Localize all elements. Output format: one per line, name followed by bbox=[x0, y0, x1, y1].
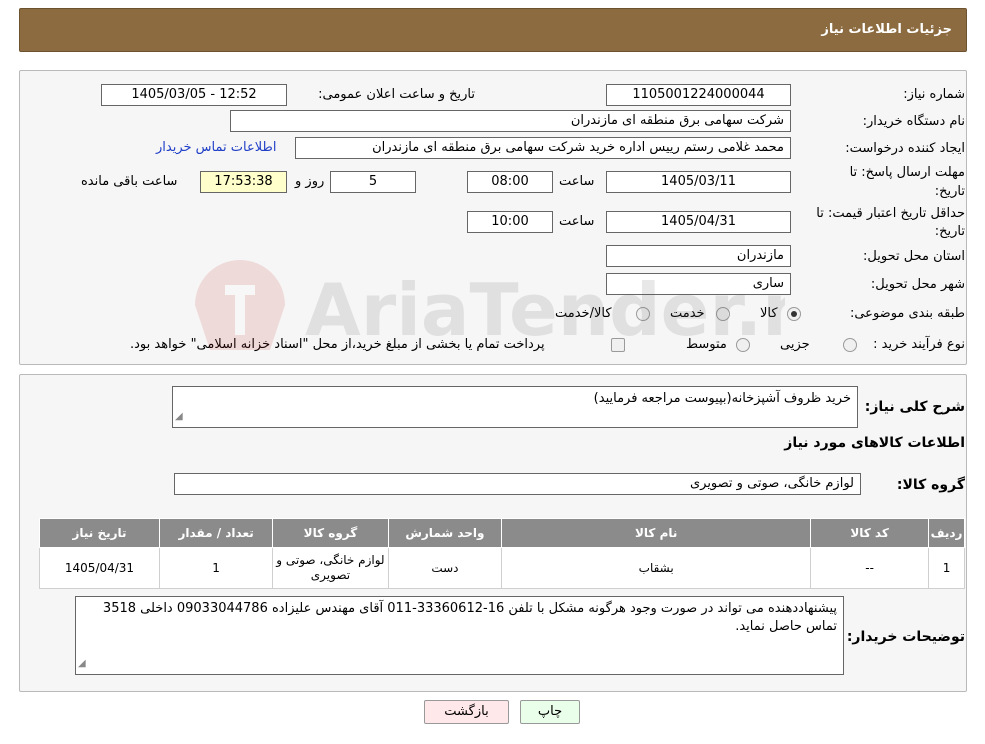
category-label: طبقه بندی موضوعی: bbox=[849, 306, 965, 321]
deadline-time-field[interactable]: 08:00 bbox=[467, 171, 553, 193]
days-field[interactable]: 5 bbox=[330, 171, 416, 193]
cell-code: -- bbox=[810, 547, 930, 589]
purchase-medium-radio[interactable] bbox=[736, 338, 750, 352]
announce-field[interactable]: 1405/03/05 - 12:52 bbox=[101, 84, 287, 106]
category-service-label: خدمت bbox=[670, 306, 705, 321]
resize-grip-icon[interactable]: ◢ bbox=[78, 655, 86, 673]
purchase-treasury-checkbox[interactable] bbox=[611, 338, 625, 352]
validity-time-label: ساعت bbox=[559, 214, 595, 229]
deadline-label-date: تاریخ: bbox=[934, 184, 965, 199]
buyer-notes-field[interactable]: پیشنهاددهنده می تواند در صورت وجود هرگون… bbox=[75, 596, 844, 675]
purchase-medium-label: متوسط bbox=[686, 337, 727, 352]
need-number-field[interactable]: 1105001224000044 bbox=[606, 84, 791, 106]
description-label: شرح کلی نیاز: bbox=[864, 399, 965, 415]
category-goods-radio[interactable] bbox=[787, 307, 801, 321]
goods-group-field[interactable]: لوازم خانگی، صوتی و تصویری bbox=[174, 473, 861, 495]
city-label: شهر محل تحویل: bbox=[870, 277, 965, 292]
province-label: استان محل تحویل: bbox=[863, 249, 965, 264]
goods-table: ردیف کد کالا نام کالا واحد شمارش گروه کا… bbox=[39, 518, 965, 589]
purchase-type-label: نوع فرآیند خرید : bbox=[873, 337, 965, 352]
resize-grip-icon[interactable]: ◢ bbox=[175, 408, 183, 426]
col-date: تاریخ نیاز bbox=[39, 518, 160, 548]
requester-label: ایجاد کننده درخواست: bbox=[845, 141, 965, 156]
buyer-notes-label: توضیحات خریدار: bbox=[846, 629, 965, 645]
cell-row: 1 bbox=[928, 547, 965, 589]
days-label: روز و bbox=[295, 174, 325, 189]
col-name: نام کالا bbox=[501, 518, 812, 548]
remaining-label: ساعت باقی مانده bbox=[81, 174, 178, 189]
cell-name: بشقاب bbox=[501, 547, 812, 589]
category-goods-service-radio[interactable] bbox=[636, 307, 650, 321]
validity-label: حداقل تاریخ اعتبار قیمت: تا bbox=[816, 206, 965, 221]
category-goods-service-label: کالا/خدمت bbox=[555, 306, 612, 321]
goods-group-label: گروه کالا: bbox=[896, 477, 965, 493]
table-row[interactable]: 1 -- بشقاب دست لوازم خانگی، صوتی و تصویر… bbox=[39, 547, 965, 589]
buyer-org-label: نام دستگاه خریدار: bbox=[862, 114, 965, 129]
col-qty: تعداد / مقدار bbox=[158, 518, 274, 548]
announce-label: تاریخ و ساعت اعلان عمومی: bbox=[318, 87, 475, 102]
cell-group: لوازم خانگی، صوتی و تصویری bbox=[272, 547, 389, 589]
print-button[interactable]: چاپ bbox=[520, 700, 580, 724]
page-header: جزئیات اطلاعات نیاز bbox=[19, 8, 967, 52]
cell-qty: 1 bbox=[158, 547, 274, 589]
category-goods-label: کالا bbox=[760, 306, 778, 321]
need-number-label: شماره نیاز: bbox=[903, 87, 965, 102]
validity-label-date: تاریخ: bbox=[934, 224, 965, 239]
purchase-note: پرداخت تمام یا بخشی از مبلغ خرید،از محل … bbox=[130, 337, 545, 352]
col-code: کد کالا bbox=[810, 518, 930, 548]
province-field[interactable]: مازندران bbox=[606, 245, 791, 267]
page-title: جزئیات اطلاعات نیاز bbox=[821, 22, 952, 37]
city-field[interactable]: ساری bbox=[606, 273, 791, 295]
purchase-small-label: جزیی bbox=[780, 337, 810, 352]
deadline-time-label: ساعت bbox=[559, 174, 595, 189]
col-group: گروه کالا bbox=[272, 518, 389, 548]
category-service-radio[interactable] bbox=[716, 307, 730, 321]
deadline-label: مهلت ارسال پاسخ: تا bbox=[849, 165, 965, 180]
goods-table-header: ردیف کد کالا نام کالا واحد شمارش گروه کا… bbox=[39, 518, 965, 548]
buyer-org-field[interactable]: شرکت سهامی برق منطقه ای مازندران bbox=[230, 110, 791, 132]
deadline-date-field[interactable]: 1405/03/11 bbox=[606, 171, 791, 193]
goods-info-title: اطلاعات کالاهای مورد نیاز bbox=[784, 435, 965, 451]
description-field[interactable]: خرید ظروف آشپزخانه(بپیوست مراجعه فرمایید… bbox=[172, 386, 858, 428]
remaining-time-field: 17:53:38 bbox=[200, 171, 287, 193]
buyer-contact-link[interactable]: اطلاعات تماس خریدار bbox=[156, 140, 276, 155]
validity-date-field[interactable]: 1405/04/31 bbox=[606, 211, 791, 233]
description-text: خرید ظروف آشپزخانه(بپیوست مراجعه فرمایید… bbox=[593, 391, 851, 406]
cell-date: 1405/04/31 bbox=[39, 547, 160, 589]
validity-time-field[interactable]: 10:00 bbox=[467, 211, 553, 233]
buyer-notes-text: پیشنهاددهنده می تواند در صورت وجود هرگون… bbox=[102, 601, 837, 634]
purchase-small-radio[interactable] bbox=[843, 338, 857, 352]
requester-field[interactable]: محمد غلامی رستم رییس اداره خرید شرکت سها… bbox=[295, 137, 791, 159]
col-row: ردیف bbox=[928, 518, 965, 548]
cell-unit: دست bbox=[387, 547, 503, 589]
back-button[interactable]: بازگشت bbox=[424, 700, 509, 724]
col-unit: واحد شمارش bbox=[387, 518, 503, 548]
